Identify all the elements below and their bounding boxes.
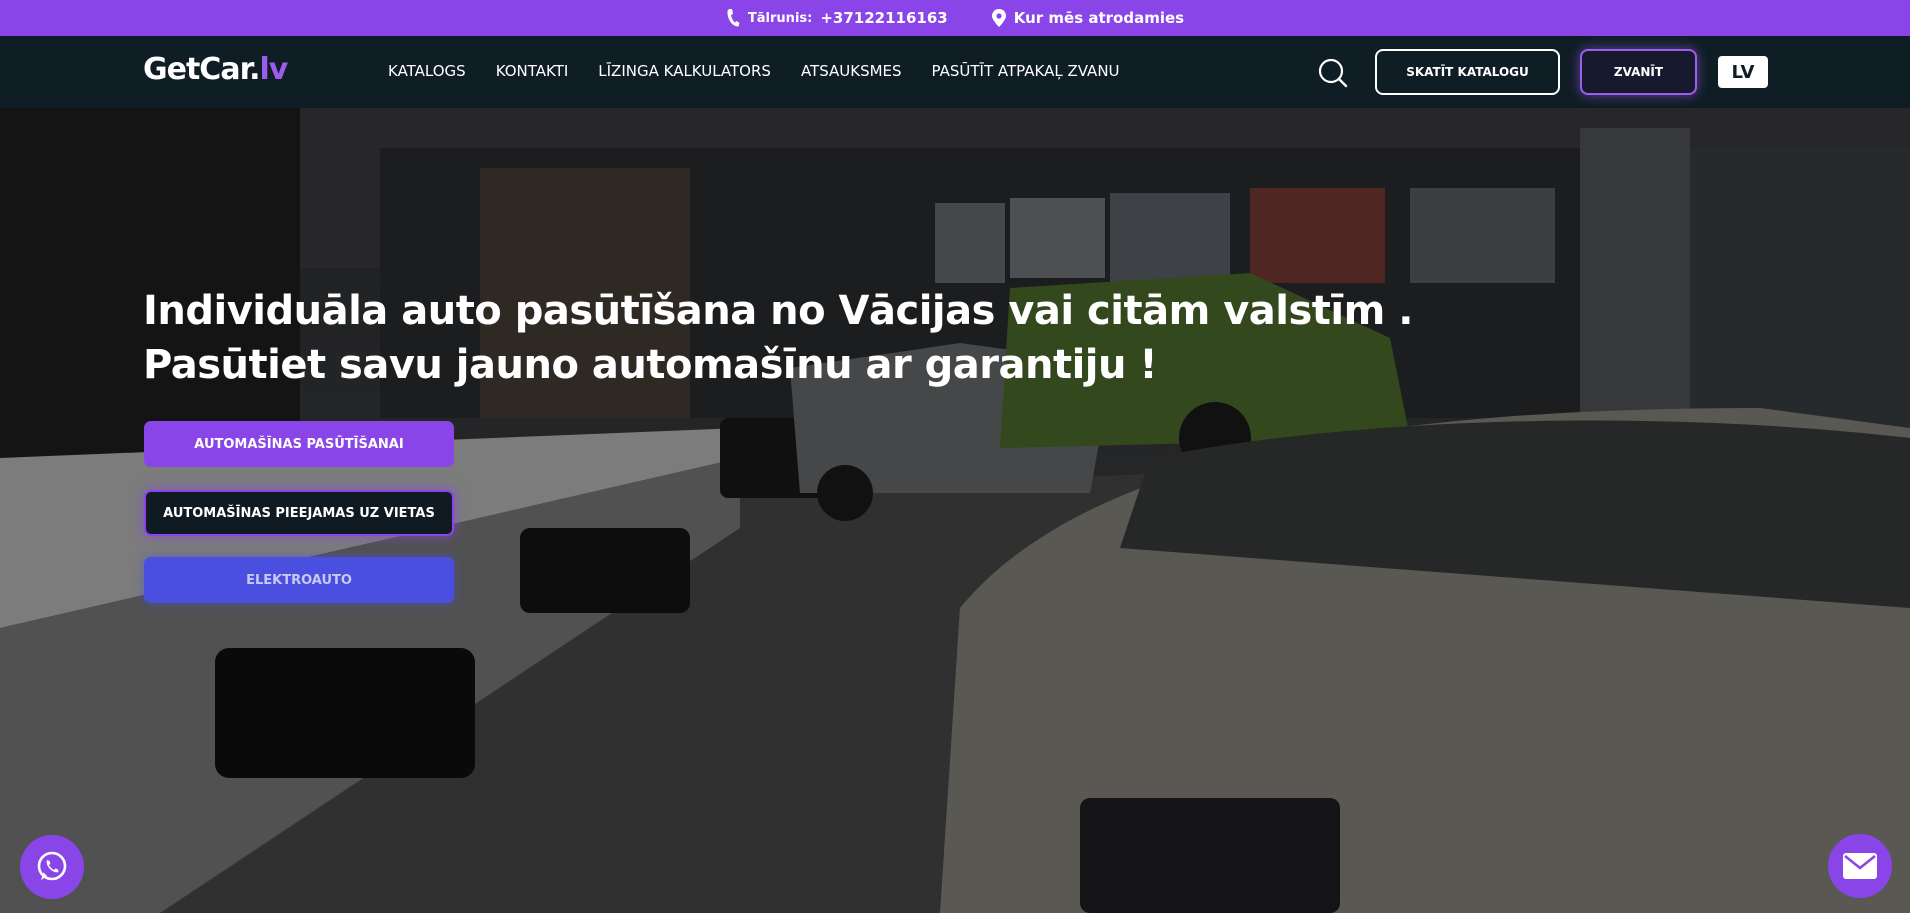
phone-number[interactable]: +37122116163 xyxy=(820,9,947,27)
cars-for-order-button[interactable]: AUTOMAŠĪNAS PASŪTĪŠANAI xyxy=(144,421,454,467)
phone-contact[interactable]: Tālrunis: +37122116163 xyxy=(726,8,948,28)
logo-main: GetCar. xyxy=(143,52,260,87)
electric-cars-button[interactable]: ELEKTROAUTO xyxy=(144,557,454,603)
hero-title-line-1: Individuāla auto pasūtīšana no Vācijas v… xyxy=(143,288,1413,334)
nav-kontakti[interactable]: KONTAKTI xyxy=(496,62,569,80)
location-text[interactable]: Kur mēs atrodamies xyxy=(1014,9,1184,27)
main-navigation: KATALOGS KONTAKTI LĪZINGA KALKULATORS AT… xyxy=(388,62,1150,80)
view-catalog-button[interactable]: SKATĪT KATALOGU xyxy=(1375,49,1560,95)
hero-section: Individuāla auto pasūtīšana no Vācijas v… xyxy=(0,108,1910,913)
contact-mail-button[interactable] xyxy=(1828,834,1892,898)
whatsapp-icon xyxy=(37,851,67,881)
map-pin-icon xyxy=(991,9,1006,27)
logo-suffix: lv xyxy=(259,52,289,87)
search-button[interactable] xyxy=(1318,58,1348,88)
whatsapp-button[interactable] xyxy=(20,835,84,899)
search-icon xyxy=(1318,58,1348,88)
cars-in-stock-button[interactable]: AUTOMAŠĪNAS PIEEJAMAS UZ VIETAS xyxy=(144,490,454,536)
nav-atsauksmes[interactable]: ATSAUKSMES xyxy=(801,62,902,80)
nav-lizinga-kalkulators[interactable]: LĪZINGA KALKULATORS xyxy=(598,62,771,80)
nav-katalogs[interactable]: KATALOGS xyxy=(388,62,466,80)
top-info-bar: Tālrunis: +37122116163 Kur mēs atrodamie… xyxy=(0,0,1910,36)
phone-icon xyxy=(727,9,740,27)
main-header: GetCar.lv KATALOGS KONTAKTI LĪZINGA KALK… xyxy=(0,36,1910,108)
hero-title: Individuāla auto pasūtīšana no Vācijas v… xyxy=(143,284,1413,392)
location-link[interactable]: Kur mēs atrodamies xyxy=(991,9,1184,27)
envelope-icon xyxy=(1843,853,1877,879)
site-logo[interactable]: GetCar.lv xyxy=(143,52,289,87)
call-button[interactable]: ZVANĪT xyxy=(1580,49,1697,95)
hero-title-line-2: Pasūtiet savu jauno automašīnu ar garant… xyxy=(143,342,1158,388)
nav-pasutit-zvanu[interactable]: PASŪTĪT ATPAKAĻ ZVANU xyxy=(932,62,1120,80)
language-selector[interactable]: LV xyxy=(1718,56,1768,88)
phone-label: Tālrunis: xyxy=(747,10,813,26)
